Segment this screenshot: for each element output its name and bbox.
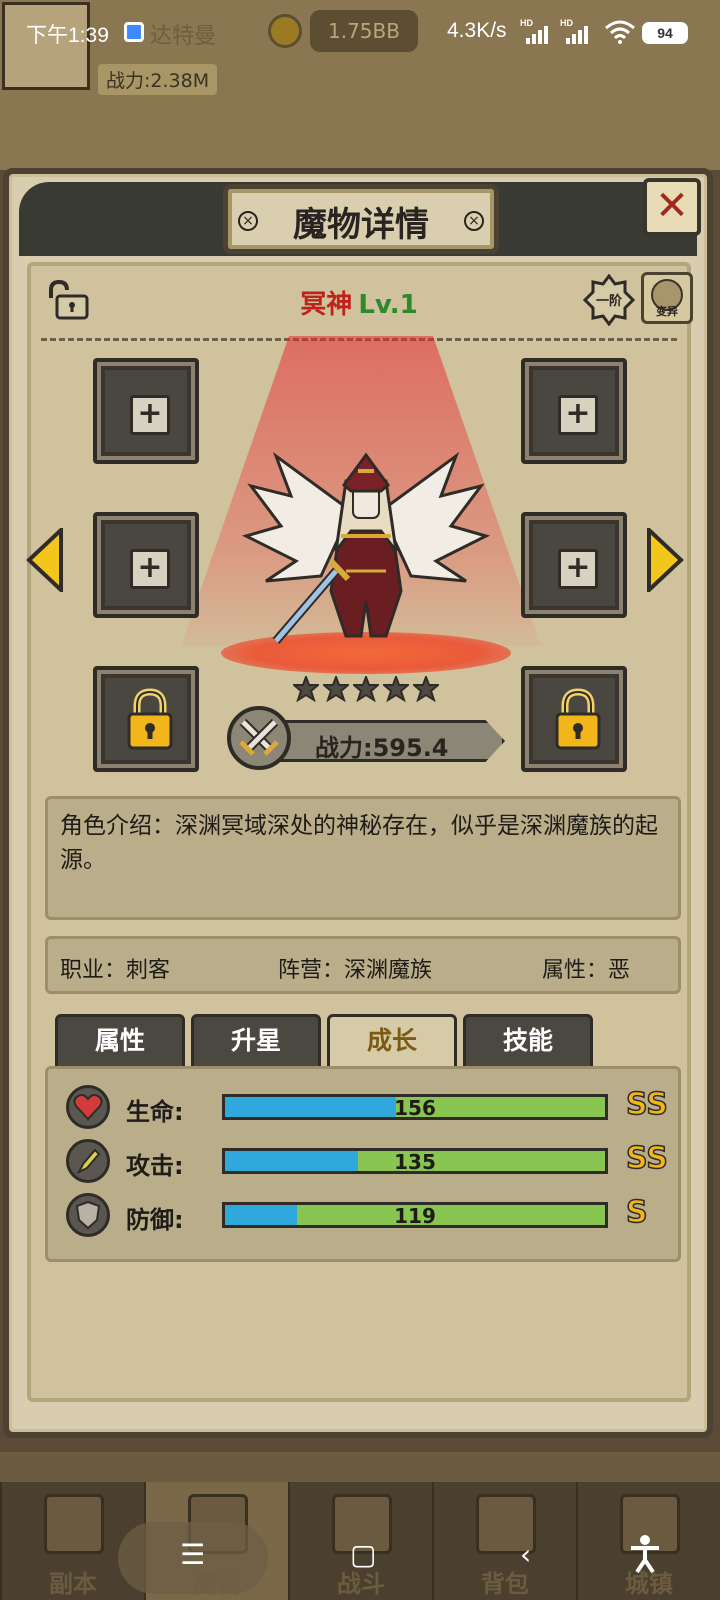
detail-panel: 冥神 Lv.1 一阶 变异 + + + + 战力:595.4 角色介绍：深渊冥域… bbox=[27, 262, 693, 1402]
stat-grade: SS bbox=[625, 1086, 668, 1123]
status-time: 下午1:39 bbox=[26, 24, 109, 47]
tab-growth[interactable]: 成长 bbox=[327, 1014, 457, 1068]
monster-detail-dialog: × 魔物详情 × ✕ 冥神 Lv.1 一阶 变异 + + + + 战力:595.… bbox=[3, 168, 713, 1438]
prev-monster-arrow[interactable] bbox=[25, 528, 65, 592]
stat-value: 135 bbox=[394, 1150, 436, 1174]
rank-badge[interactable]: 一阶 bbox=[582, 273, 636, 327]
lock-icon bbox=[127, 688, 173, 750]
shield-icon bbox=[66, 1193, 110, 1237]
equip-slot-1[interactable]: + bbox=[93, 358, 199, 464]
power-value: 战力:595.4 bbox=[315, 734, 449, 762]
monster-description: 角色介绍：深渊冥域深处的神秘存在，似乎是深渊魔族的起源。 bbox=[45, 796, 681, 920]
stat-value: 119 bbox=[394, 1204, 436, 1228]
mutate-button[interactable]: 变异 bbox=[641, 272, 693, 324]
stat-row-attack: 攻击: 135 SS bbox=[48, 1137, 684, 1185]
add-icon: + bbox=[558, 549, 598, 589]
tab-skills[interactable]: 技能 bbox=[463, 1014, 593, 1068]
accessibility-icon[interactable] bbox=[628, 1534, 662, 1574]
signal-icon-2: HD bbox=[560, 18, 590, 44]
back-button[interactable]: ‹ bbox=[520, 1538, 531, 1571]
star-icon bbox=[383, 676, 409, 702]
stat-bar: 156 bbox=[222, 1094, 608, 1120]
player-combat-power: 战力:2.38M bbox=[98, 64, 218, 95]
stat-grade: S bbox=[625, 1194, 648, 1231]
heart-icon bbox=[66, 1085, 110, 1129]
tab-attributes[interactable]: 属性 bbox=[55, 1014, 185, 1068]
bolt-icon: × bbox=[464, 211, 484, 231]
star-icon bbox=[323, 676, 349, 702]
equip-slot-5[interactable]: + bbox=[521, 512, 627, 618]
profession: 职业：刺客 bbox=[60, 958, 171, 983]
equip-slot-6-locked[interactable] bbox=[521, 666, 627, 772]
sword-graphic bbox=[76, 1148, 101, 1175]
stat-grade: SS bbox=[625, 1140, 668, 1177]
stat-label: 防御: bbox=[126, 1206, 184, 1234]
signal-icon: HD bbox=[520, 18, 550, 44]
status-bar: 下午1:39 4.3K/s HD HD 94 bbox=[0, 0, 720, 64]
rank-badge-label: 一阶 bbox=[595, 294, 622, 309]
add-icon: + bbox=[130, 549, 170, 589]
equip-slot-3-locked[interactable] bbox=[93, 666, 199, 772]
add-icon: + bbox=[130, 395, 170, 435]
wifi-icon bbox=[605, 20, 635, 44]
stat-row-defense: 防御: 119 S bbox=[48, 1191, 684, 1239]
stat-bar: 119 bbox=[222, 1202, 608, 1228]
battery-icon: 94 bbox=[642, 22, 688, 44]
attribute: 属性：恶 bbox=[542, 958, 631, 983]
sword-icon bbox=[66, 1139, 110, 1183]
system-nav: ☰ ▢ ‹ bbox=[0, 1516, 720, 1600]
monster-level: Lv.1 bbox=[358, 290, 418, 320]
dialog-title-plate: × 魔物详情 × bbox=[223, 184, 499, 254]
mutate-label: 变异 bbox=[656, 305, 678, 318]
stat-value: 156 bbox=[394, 1096, 436, 1120]
tab-star-up[interactable]: 升星 bbox=[191, 1014, 321, 1068]
lock-icon bbox=[555, 688, 601, 750]
monster-info-row: 职业：刺客 阵营：深渊魔族 属性：恶 bbox=[45, 936, 681, 994]
faction: 阵营：深渊魔族 bbox=[278, 958, 433, 983]
stat-label: 生命: bbox=[126, 1098, 184, 1126]
heart-graphic bbox=[73, 1094, 103, 1121]
growth-panel: 生命: 156 SS 攻击: 135 SS 防御: 119 S bbox=[45, 1066, 681, 1262]
network-speed: 4.3K/s bbox=[447, 19, 507, 42]
equip-slot-4[interactable]: + bbox=[521, 358, 627, 464]
shield-graphic bbox=[75, 1200, 101, 1230]
power-bar: 战力:595.4 bbox=[221, 704, 521, 774]
star-icon bbox=[353, 676, 379, 702]
next-monster-arrow[interactable] bbox=[645, 528, 685, 592]
monster-name: 冥神 bbox=[300, 290, 353, 320]
star-rating bbox=[293, 676, 439, 702]
dialog-title: 魔物详情 bbox=[293, 205, 429, 245]
home-button[interactable]: ▢ bbox=[350, 1538, 376, 1571]
crossed-swords-graphic bbox=[239, 718, 279, 756]
star-icon bbox=[293, 676, 319, 702]
menu-button[interactable]: ☰ bbox=[180, 1538, 205, 1571]
crossed-swords-icon bbox=[227, 706, 291, 770]
monster-portrait bbox=[241, 451, 491, 644]
stat-row-hp: 生命: 156 SS bbox=[48, 1083, 684, 1131]
bottom-nav-bar bbox=[0, 1452, 720, 1482]
app-notification-icon bbox=[124, 22, 144, 42]
stat-bar: 135 bbox=[222, 1148, 608, 1174]
equip-slot-2[interactable]: + bbox=[93, 512, 199, 618]
add-icon: + bbox=[558, 395, 598, 435]
star-icon bbox=[413, 676, 439, 702]
close-button[interactable]: ✕ bbox=[643, 178, 701, 236]
stat-label: 攻击: bbox=[126, 1152, 184, 1180]
